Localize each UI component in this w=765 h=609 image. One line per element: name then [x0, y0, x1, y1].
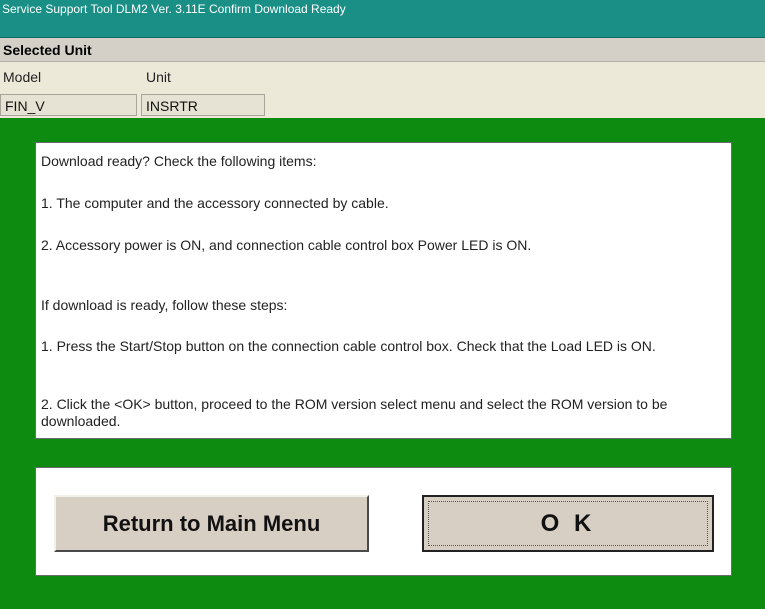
- column-header-model: Model: [3, 69, 42, 85]
- selected-unit-header: Selected Unit: [0, 38, 765, 62]
- instruction-line: Download ready? Check the following item…: [41, 153, 317, 169]
- instruction-line: 1. Press the Start/Stop button on the co…: [41, 338, 656, 354]
- unit-grid-header: Model Unit: [0, 62, 765, 92]
- column-header-unit: Unit: [146, 69, 171, 85]
- instruction-line: 1. The computer and the accessory connec…: [41, 195, 389, 211]
- title-bar: Service Support Tool DLM2 Ver. 3.11E Con…: [0, 0, 765, 38]
- button-panel: Return to Main Menu O K: [35, 467, 732, 576]
- instruction-line: If download is ready, follow these steps…: [41, 297, 288, 313]
- ok-button[interactable]: O K: [422, 495, 714, 552]
- instruction-line: 2. Click the <OK> button, proceed to the…: [41, 396, 668, 429]
- focus-rectangle: [428, 501, 708, 546]
- instruction-line: 2. Accessory power is ON, and connection…: [41, 237, 532, 253]
- model-value-cell: FIN_V: [0, 94, 137, 116]
- unit-grid-row: FIN_V INSRTR: [0, 92, 765, 118]
- unit-value-cell: INSRTR: [141, 94, 265, 116]
- return-to-main-menu-button[interactable]: Return to Main Menu: [54, 495, 369, 552]
- window-title: Service Support Tool DLM2 Ver. 3.11E Con…: [2, 1, 346, 16]
- instructions-textbox[interactable]: Download ready? Check the following item…: [35, 142, 732, 439]
